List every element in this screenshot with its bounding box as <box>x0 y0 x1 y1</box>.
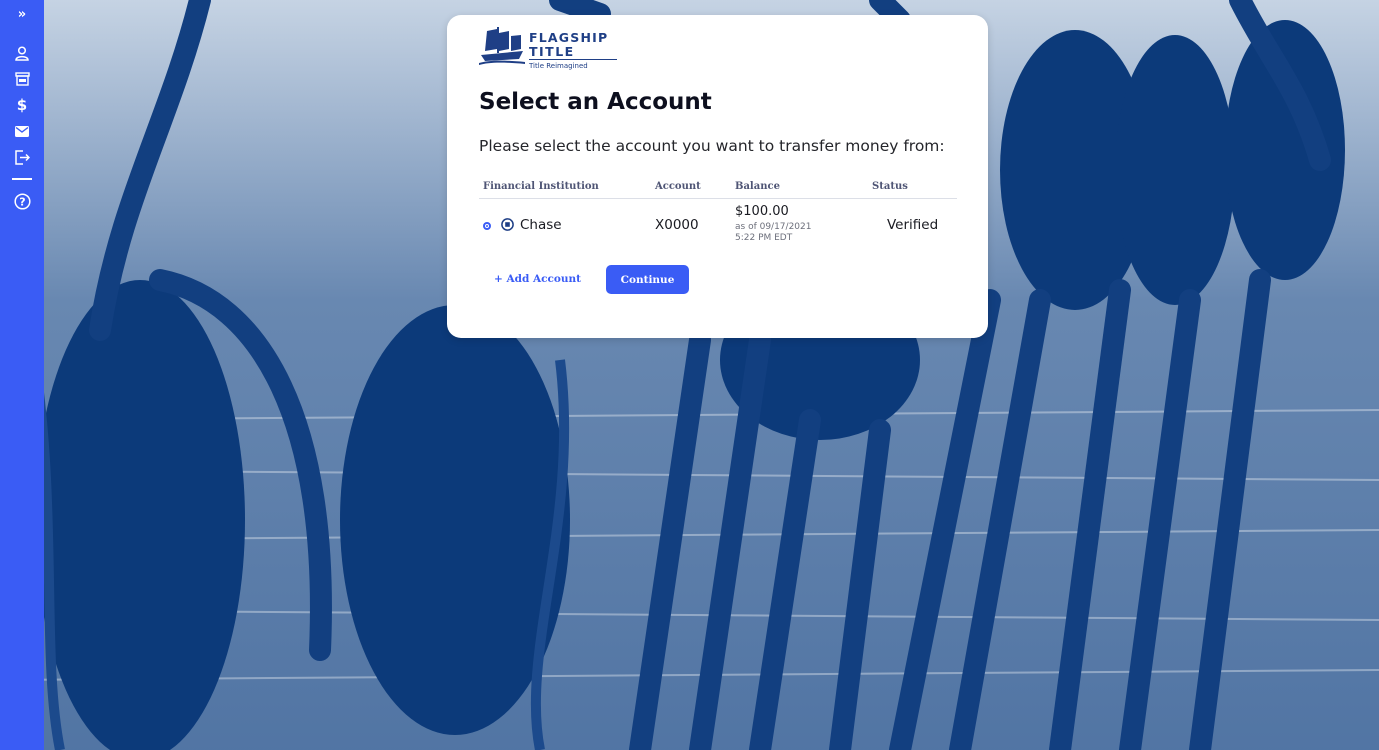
page-subtitle: Please select the account you want to tr… <box>479 137 945 155</box>
payments-button[interactable]: $ <box>0 92 44 118</box>
account-number: X0000 <box>655 217 699 233</box>
account-radio[interactable] <box>483 222 491 230</box>
balance-date: as of 09/17/2021 <box>735 222 812 232</box>
status-badge: Verified <box>887 217 939 233</box>
help-button[interactable]: ? <box>0 188 44 214</box>
logo-line-1: FLAGSHIP <box>529 30 609 45</box>
messages-button[interactable] <box>0 118 44 144</box>
balance-timestamp: as of 09/17/2021 5:22 PM EDT <box>735 222 835 244</box>
page-title: Select an Account <box>479 89 712 115</box>
table-header-divider <box>479 198 957 199</box>
column-header-balance: Balance <box>735 181 780 192</box>
storefront-icon <box>14 72 30 86</box>
column-header-account: Account <box>655 181 701 192</box>
continue-button[interactable]: Continue <box>606 265 689 294</box>
logo-tagline: Title Reimagined <box>529 62 588 70</box>
svg-text:?: ? <box>19 195 25 208</box>
user-icon <box>15 45 29 61</box>
dollar-icon: $ <box>16 96 28 114</box>
sidebar-divider <box>12 178 32 180</box>
account-balance: $100.00 <box>735 204 789 219</box>
logo-rule <box>529 59 617 60</box>
expand-sidebar-button[interactable]: » <box>0 0 44 28</box>
institution-name: Chase <box>520 217 562 233</box>
logout-button[interactable] <box>0 144 44 170</box>
chase-logo-icon <box>501 218 514 231</box>
help-icon: ? <box>13 192 31 210</box>
column-header-status: Status <box>872 181 908 192</box>
balance-time: 5:22 PM EDT <box>735 233 793 243</box>
profile-button[interactable] <box>0 40 44 66</box>
select-account-card: FLAGSHIP TITLE Title Reimagined Select a… <box>447 15 988 338</box>
chevrons-right-icon: » <box>17 6 27 22</box>
ship-icon <box>479 27 525 65</box>
column-header-institution: Financial Institution <box>483 181 599 192</box>
add-account-button[interactable]: + Add Account <box>494 273 581 285</box>
logout-icon <box>15 149 30 165</box>
mail-icon <box>15 125 29 137</box>
sidebar: » $ ? <box>0 0 44 750</box>
logo-line-2: TITLE <box>529 44 575 59</box>
store-button[interactable] <box>0 66 44 92</box>
flagship-title-logo: FLAGSHIP TITLE Title Reimagined <box>479 27 619 73</box>
